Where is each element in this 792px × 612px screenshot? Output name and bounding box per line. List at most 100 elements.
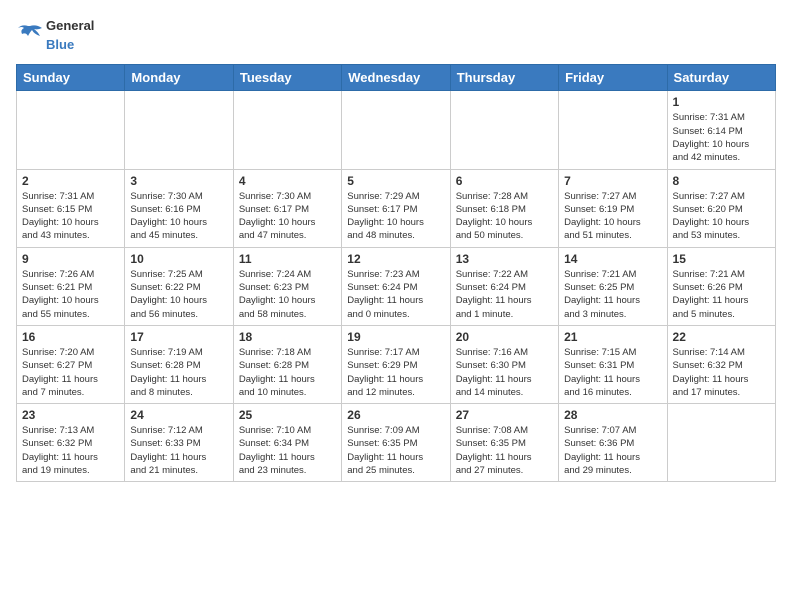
- day-number: 4: [239, 174, 336, 188]
- day-number: 6: [456, 174, 553, 188]
- day-info: Sunrise: 7:07 AM Sunset: 6:36 PM Dayligh…: [564, 424, 661, 477]
- calendar-cell: 20 Sunrise: 7:16 AM Sunset: 6:30 PM Dayli…: [450, 325, 558, 403]
- day-info: Sunrise: 7:10 AM Sunset: 6:34 PM Dayligh…: [239, 424, 336, 477]
- day-number: 13: [456, 252, 553, 266]
- calendar-header-row: SundayMondayTuesdayWednesdayThursdayFrid…: [17, 65, 776, 91]
- day-info: Sunrise: 7:21 AM Sunset: 6:25 PM Dayligh…: [564, 268, 661, 321]
- calendar-cell: 4 Sunrise: 7:30 AM Sunset: 6:17 PM Daylig…: [233, 169, 341, 247]
- column-header-thursday: Thursday: [450, 65, 558, 91]
- calendar-cell: 10 Sunrise: 7:25 AM Sunset: 6:22 PM Dayli…: [125, 247, 233, 325]
- day-info: Sunrise: 7:25 AM Sunset: 6:22 PM Dayligh…: [130, 268, 227, 321]
- calendar-cell: 18 Sunrise: 7:18 AM Sunset: 6:28 PM Dayli…: [233, 325, 341, 403]
- day-number: 23: [22, 408, 119, 422]
- calendar-cell: 12 Sunrise: 7:23 AM Sunset: 6:24 PM Dayli…: [342, 247, 450, 325]
- calendar-cell: 24 Sunrise: 7:12 AM Sunset: 6:33 PM Dayli…: [125, 404, 233, 482]
- calendar-week-2: 2 Sunrise: 7:31 AM Sunset: 6:15 PM Daylig…: [17, 169, 776, 247]
- day-number: 9: [22, 252, 119, 266]
- day-info: Sunrise: 7:20 AM Sunset: 6:27 PM Dayligh…: [22, 346, 119, 399]
- column-header-sunday: Sunday: [17, 65, 125, 91]
- day-info: Sunrise: 7:21 AM Sunset: 6:26 PM Dayligh…: [673, 268, 770, 321]
- calendar-cell: 21 Sunrise: 7:15 AM Sunset: 6:31 PM Dayli…: [559, 325, 667, 403]
- day-info: Sunrise: 7:15 AM Sunset: 6:31 PM Dayligh…: [564, 346, 661, 399]
- day-number: 8: [673, 174, 770, 188]
- day-info: Sunrise: 7:14 AM Sunset: 6:32 PM Dayligh…: [673, 346, 770, 399]
- day-number: 10: [130, 252, 227, 266]
- column-header-friday: Friday: [559, 65, 667, 91]
- day-info: Sunrise: 7:31 AM Sunset: 6:15 PM Dayligh…: [22, 190, 119, 243]
- day-info: Sunrise: 7:08 AM Sunset: 6:35 PM Dayligh…: [456, 424, 553, 477]
- day-number: 16: [22, 330, 119, 344]
- calendar-cell: 14 Sunrise: 7:21 AM Sunset: 6:25 PM Dayli…: [559, 247, 667, 325]
- day-number: 12: [347, 252, 444, 266]
- day-number: 26: [347, 408, 444, 422]
- calendar-cell: [233, 91, 341, 169]
- day-number: 17: [130, 330, 227, 344]
- day-number: 21: [564, 330, 661, 344]
- day-info: Sunrise: 7:19 AM Sunset: 6:28 PM Dayligh…: [130, 346, 227, 399]
- calendar-table: SundayMondayTuesdayWednesdayThursdayFrid…: [16, 64, 776, 482]
- calendar-cell: 2 Sunrise: 7:31 AM Sunset: 6:15 PM Daylig…: [17, 169, 125, 247]
- calendar-cell: [17, 91, 125, 169]
- logo-bird-icon: [16, 24, 44, 46]
- day-info: Sunrise: 7:22 AM Sunset: 6:24 PM Dayligh…: [456, 268, 553, 321]
- day-number: 7: [564, 174, 661, 188]
- day-info: Sunrise: 7:30 AM Sunset: 6:16 PM Dayligh…: [130, 190, 227, 243]
- logo-text-blue: Blue: [46, 37, 74, 52]
- day-info: Sunrise: 7:12 AM Sunset: 6:33 PM Dayligh…: [130, 424, 227, 477]
- calendar-week-3: 9Sunrise: 7:26 AM Sunset: 6:21 PM Daylig…: [17, 247, 776, 325]
- day-info: Sunrise: 7:30 AM Sunset: 6:17 PM Dayligh…: [239, 190, 336, 243]
- day-number: 2: [22, 174, 119, 188]
- column-header-monday: Monday: [125, 65, 233, 91]
- day-number: 19: [347, 330, 444, 344]
- calendar-cell: 16 Sunrise: 7:20 AM Sunset: 6:27 PM Dayli…: [17, 325, 125, 403]
- calendar-cell: [125, 91, 233, 169]
- day-info: Sunrise: 7:29 AM Sunset: 6:17 PM Dayligh…: [347, 190, 444, 243]
- day-info: Sunrise: 7:28 AM Sunset: 6:18 PM Dayligh…: [456, 190, 553, 243]
- day-info: Sunrise: 7:23 AM Sunset: 6:24 PM Dayligh…: [347, 268, 444, 321]
- day-number: 25: [239, 408, 336, 422]
- calendar-cell: 28 Sunrise: 7:07 AM Sunset: 6:36 PM Dayli…: [559, 404, 667, 482]
- column-header-saturday: Saturday: [667, 65, 775, 91]
- day-info: Sunrise: 7:31 AM Sunset: 6:14 PM Dayligh…: [673, 111, 770, 164]
- calendar-week-1: 1 Sunrise: 7:31 AM Sunset: 6:14 PM Daylig…: [17, 91, 776, 169]
- column-header-wednesday: Wednesday: [342, 65, 450, 91]
- calendar-week-5: 23 Sunrise: 7:13 AM Sunset: 6:32 PM Dayli…: [17, 404, 776, 482]
- calendar-cell: [450, 91, 558, 169]
- calendar-cell: 5 Sunrise: 7:29 AM Sunset: 6:17 PM Daylig…: [342, 169, 450, 247]
- day-number: 28: [564, 408, 661, 422]
- calendar-cell: 17 Sunrise: 7:19 AM Sunset: 6:28 PM Dayli…: [125, 325, 233, 403]
- column-header-tuesday: Tuesday: [233, 65, 341, 91]
- calendar-cell: [667, 404, 775, 482]
- day-info: Sunrise: 7:24 AM Sunset: 6:23 PM Dayligh…: [239, 268, 336, 321]
- logo: General Blue: [16, 16, 94, 54]
- day-number: 5: [347, 174, 444, 188]
- calendar-cell: 27 Sunrise: 7:08 AM Sunset: 6:35 PM Dayli…: [450, 404, 558, 482]
- calendar-cell: 15 Sunrise: 7:21 AM Sunset: 6:26 PM Dayli…: [667, 247, 775, 325]
- calendar-cell: [559, 91, 667, 169]
- day-number: 3: [130, 174, 227, 188]
- day-info: Sunrise: 7:13 AM Sunset: 6:32 PM Dayligh…: [22, 424, 119, 477]
- day-number: 24: [130, 408, 227, 422]
- day-info: Sunrise: 7:27 AM Sunset: 6:20 PM Dayligh…: [673, 190, 770, 243]
- calendar-cell: 13 Sunrise: 7:22 AM Sunset: 6:24 PM Dayli…: [450, 247, 558, 325]
- day-info: Sunrise: 7:09 AM Sunset: 6:35 PM Dayligh…: [347, 424, 444, 477]
- calendar-cell: [342, 91, 450, 169]
- day-number: 20: [456, 330, 553, 344]
- calendar-cell: 9Sunrise: 7:26 AM Sunset: 6:21 PM Daylig…: [17, 247, 125, 325]
- day-info: Sunrise: 7:16 AM Sunset: 6:30 PM Dayligh…: [456, 346, 553, 399]
- day-number: 18: [239, 330, 336, 344]
- day-info: Sunrise: 7:18 AM Sunset: 6:28 PM Dayligh…: [239, 346, 336, 399]
- calendar-cell: 7Sunrise: 7:27 AM Sunset: 6:19 PM Daylig…: [559, 169, 667, 247]
- day-number: 15: [673, 252, 770, 266]
- calendar-cell: 19 Sunrise: 7:17 AM Sunset: 6:29 PM Dayli…: [342, 325, 450, 403]
- day-number: 1: [673, 95, 770, 109]
- calendar-cell: 6 Sunrise: 7:28 AM Sunset: 6:18 PM Daylig…: [450, 169, 558, 247]
- calendar-cell: 8 Sunrise: 7:27 AM Sunset: 6:20 PM Daylig…: [667, 169, 775, 247]
- day-number: 14: [564, 252, 661, 266]
- calendar-week-4: 16 Sunrise: 7:20 AM Sunset: 6:27 PM Dayli…: [17, 325, 776, 403]
- calendar-cell: 25 Sunrise: 7:10 AM Sunset: 6:34 PM Dayli…: [233, 404, 341, 482]
- calendar-cell: 23 Sunrise: 7:13 AM Sunset: 6:32 PM Dayli…: [17, 404, 125, 482]
- day-info: Sunrise: 7:17 AM Sunset: 6:29 PM Dayligh…: [347, 346, 444, 399]
- logo-text-general: General: [46, 18, 94, 33]
- day-number: 27: [456, 408, 553, 422]
